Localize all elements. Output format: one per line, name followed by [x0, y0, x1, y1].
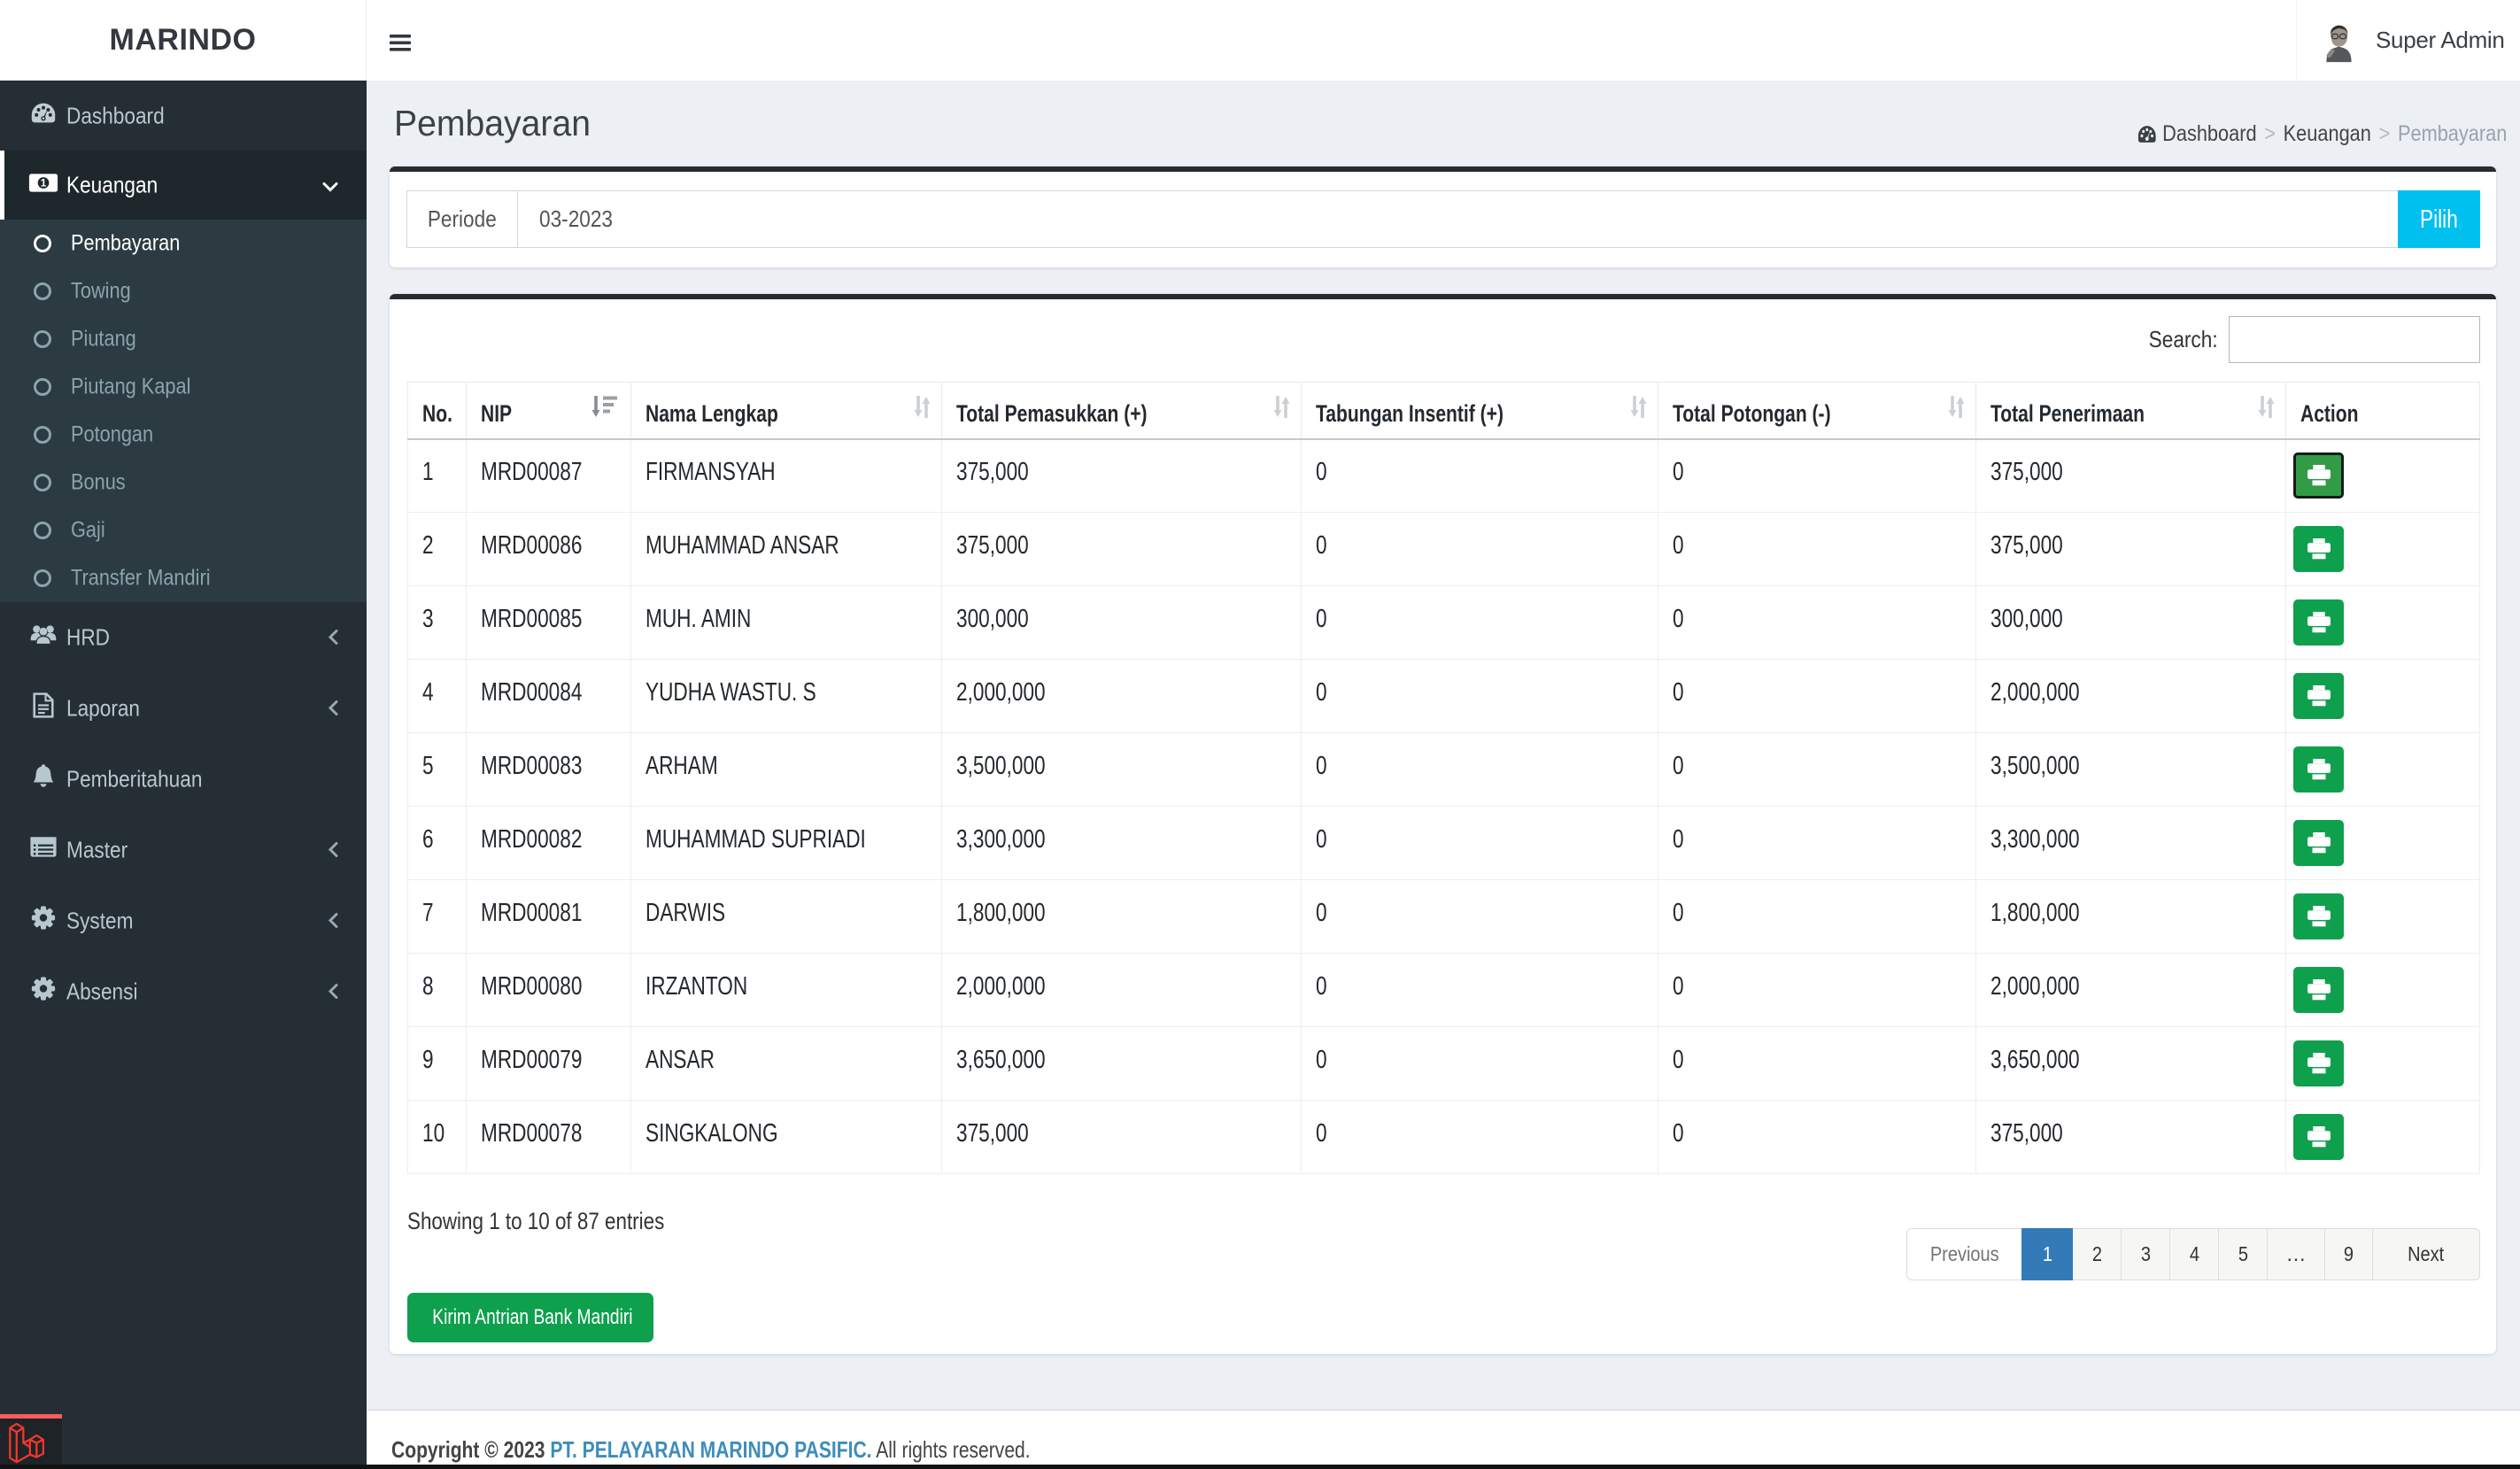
- svg-text:1: 1: [41, 177, 47, 189]
